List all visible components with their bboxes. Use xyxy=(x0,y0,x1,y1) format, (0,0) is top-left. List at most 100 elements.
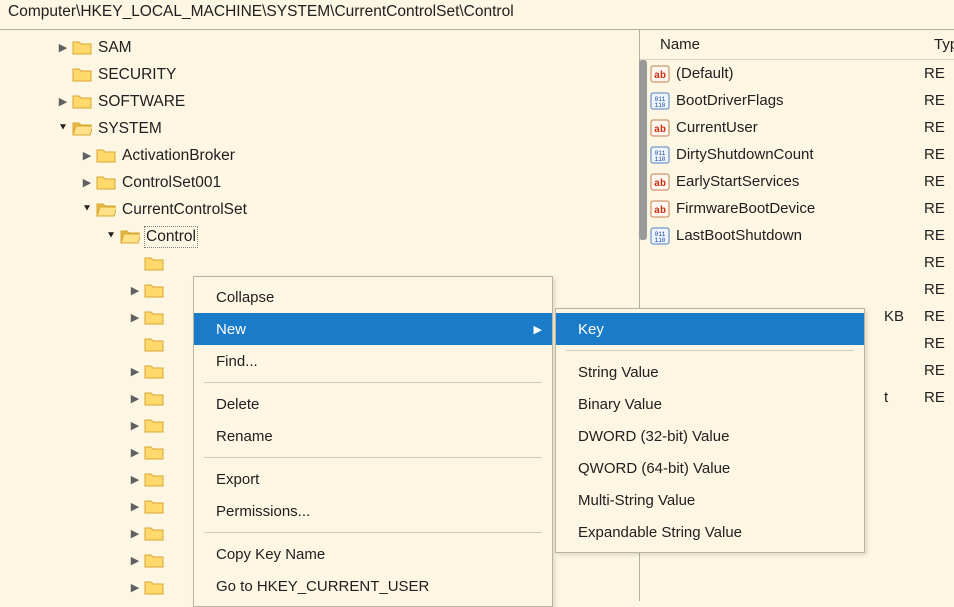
chevron-right-icon[interactable]: ▶ xyxy=(126,311,144,324)
submenu-item-qword-64-bit-value[interactable]: QWORD (64-bit) Value xyxy=(556,452,864,484)
tree-item-controlset001[interactable]: ▶ ControlSet001 xyxy=(0,169,639,196)
folder-icon xyxy=(96,147,116,164)
folder-icon xyxy=(144,552,164,569)
folder-icon xyxy=(144,282,164,299)
chevron-right-icon[interactable]: ▶ xyxy=(126,581,144,594)
context-menu[interactable]: Collapse New ▶ Find... Delete Rename ExportPer… xyxy=(193,276,553,607)
chevron-right-icon[interactable]: ▶ xyxy=(126,392,144,405)
folder-icon xyxy=(72,66,92,83)
chevron-right-icon[interactable]: ▶ xyxy=(126,284,144,297)
menu-item-collapse[interactable]: Collapse xyxy=(194,281,552,313)
tree-item-sam[interactable]: ▶ SAM xyxy=(0,34,639,61)
chevron-right-icon[interactable]: ▶ xyxy=(126,473,144,486)
chevron-right-icon[interactable]: ▶ xyxy=(78,176,96,189)
submenu-item-binary-value[interactable]: Binary Value xyxy=(556,388,864,420)
value-name: (Default) xyxy=(676,65,884,82)
chevron-right-icon[interactable]: ▶ xyxy=(54,95,72,108)
submenu-item-dword-32-bit-value[interactable]: DWORD (32-bit) Value xyxy=(556,420,864,452)
value-type: RE xyxy=(924,362,954,379)
folder-icon xyxy=(144,471,164,488)
value-name: EarlyStartServices xyxy=(676,173,884,190)
submenu-item-string-value[interactable]: String Value xyxy=(556,356,864,388)
chevron-right-icon[interactable]: ▶ xyxy=(126,365,144,378)
menu-item-new[interactable]: New ▶ xyxy=(194,313,552,345)
address-bar[interactable]: Computer\HKEY_LOCAL_MACHINE\SYSTEM\Curre… xyxy=(0,0,954,30)
folder-icon xyxy=(144,525,164,542)
folder-icon xyxy=(72,93,92,110)
folder-icon xyxy=(144,390,164,407)
column-header-name[interactable]: Name xyxy=(650,32,924,57)
chevron-right-icon[interactable]: ▶ xyxy=(126,527,144,540)
menu-item-label: New xyxy=(216,321,246,338)
chevron-right-icon[interactable]: ▶ xyxy=(126,419,144,432)
chevron-right-icon[interactable]: ▶ xyxy=(78,149,96,162)
menu-item-delete[interactable]: Delete xyxy=(194,388,552,420)
value-type: RE xyxy=(924,227,954,244)
string-value-icon xyxy=(650,200,670,218)
tree-item-control[interactable]: ⯆ Control xyxy=(0,223,639,250)
value-row[interactable]: (Default)RE xyxy=(640,60,954,87)
menu-item-label: Key xyxy=(578,321,604,338)
tree-item-currentcontrolset[interactable]: ⯆ CurrentControlSet xyxy=(0,196,639,223)
folder-open-icon xyxy=(120,228,140,245)
menu-item-rename[interactable]: Rename xyxy=(194,420,552,452)
folder-icon xyxy=(144,255,164,272)
value-row[interactable]: EarlyStartServices RE xyxy=(640,168,954,195)
tree-item-software[interactable]: ▶ SOFTWARE xyxy=(0,88,639,115)
value-type: RE xyxy=(924,173,954,190)
tree-item-activationbroker[interactable]: ▶ ActivationBroker xyxy=(0,142,639,169)
value-row[interactable]: DirtyShutdownCountRE xyxy=(640,141,954,168)
value-row[interactable]: CurrentUserRE xyxy=(640,114,954,141)
binary-value-icon xyxy=(650,227,670,245)
chevron-down-icon[interactable]: ⯆ xyxy=(102,230,120,243)
folder-icon xyxy=(144,579,164,596)
submenu-arrow-icon: ▶ xyxy=(534,323,542,336)
value-name: FirmwareBootDevice xyxy=(676,200,884,217)
folder-icon xyxy=(96,174,116,191)
menu-item-permissions[interactable]: Permissions... xyxy=(194,495,552,527)
folder-open-icon xyxy=(96,201,116,218)
chevron-right-icon[interactable]: ▶ xyxy=(126,446,144,459)
menu-item-go-to-hkey-current-user[interactable]: Go to HKEY_CURRENT_USER xyxy=(194,570,552,602)
value-row[interactable]: BootDriverFlagsRE xyxy=(640,87,954,114)
menu-item-export[interactable]: Export xyxy=(194,463,552,495)
list-header: Name Typ xyxy=(640,30,954,60)
folder-icon xyxy=(72,39,92,56)
submenu-item-multi-string-value[interactable]: Multi-String Value xyxy=(556,484,864,516)
scrollbar-thumb[interactable] xyxy=(639,60,647,240)
chevron-down-icon[interactable]: ⯆ xyxy=(54,122,72,135)
value-extra: t xyxy=(884,389,924,406)
submenu-item-expandable-string-value[interactable]: Expandable String Value xyxy=(556,516,864,548)
value-name: LastBootShutdown xyxy=(676,227,884,244)
menu-item-find[interactable]: Find... xyxy=(194,345,552,377)
context-submenu-new[interactable]: Key String ValueBinary ValueDWORD (32-bit… xyxy=(555,308,865,553)
value-name: BootDriverFlags xyxy=(676,92,884,109)
folder-icon xyxy=(144,498,164,515)
value-row[interactable]: LastBootShutdown RE xyxy=(640,222,954,249)
folder-icon xyxy=(144,309,164,326)
chevron-right-icon[interactable]: ▶ xyxy=(54,41,72,54)
menu-item-label: Find... xyxy=(216,353,258,370)
value-icon xyxy=(650,281,670,299)
string-value-icon xyxy=(650,173,670,191)
column-header-type[interactable]: Typ xyxy=(924,32,954,57)
value-row[interactable]: FirmwareBootDeviceRE xyxy=(640,195,954,222)
tree-item-system[interactable]: ⯆ SYSTEM xyxy=(0,115,639,142)
folder-icon xyxy=(144,363,164,380)
chevron-down-icon[interactable]: ⯆ xyxy=(78,203,96,216)
value-row[interactable]: RE xyxy=(640,276,954,303)
submenu-item-key[interactable]: Key xyxy=(556,313,864,345)
chevron-right-icon[interactable]: ▶ xyxy=(126,554,144,567)
menu-separator xyxy=(204,532,542,533)
menu-item-copy-key-name[interactable]: Copy Key Name xyxy=(194,538,552,570)
tree-item-security[interactable]: SECURITY xyxy=(0,61,639,88)
menu-item-label: Delete xyxy=(216,396,259,413)
value-row[interactable]: RE xyxy=(640,249,954,276)
value-name: DirtyShutdownCount xyxy=(676,146,884,163)
folder-icon xyxy=(144,417,164,434)
folder-icon xyxy=(144,444,164,461)
tree-item-child[interactable] xyxy=(0,250,639,277)
main-area: ▶ SAM SECURITY ▶ SOFTWARE ⯆ SYSTEM ▶ Act… xyxy=(0,30,954,601)
binary-value-icon xyxy=(650,146,670,164)
chevron-right-icon[interactable]: ▶ xyxy=(126,500,144,513)
